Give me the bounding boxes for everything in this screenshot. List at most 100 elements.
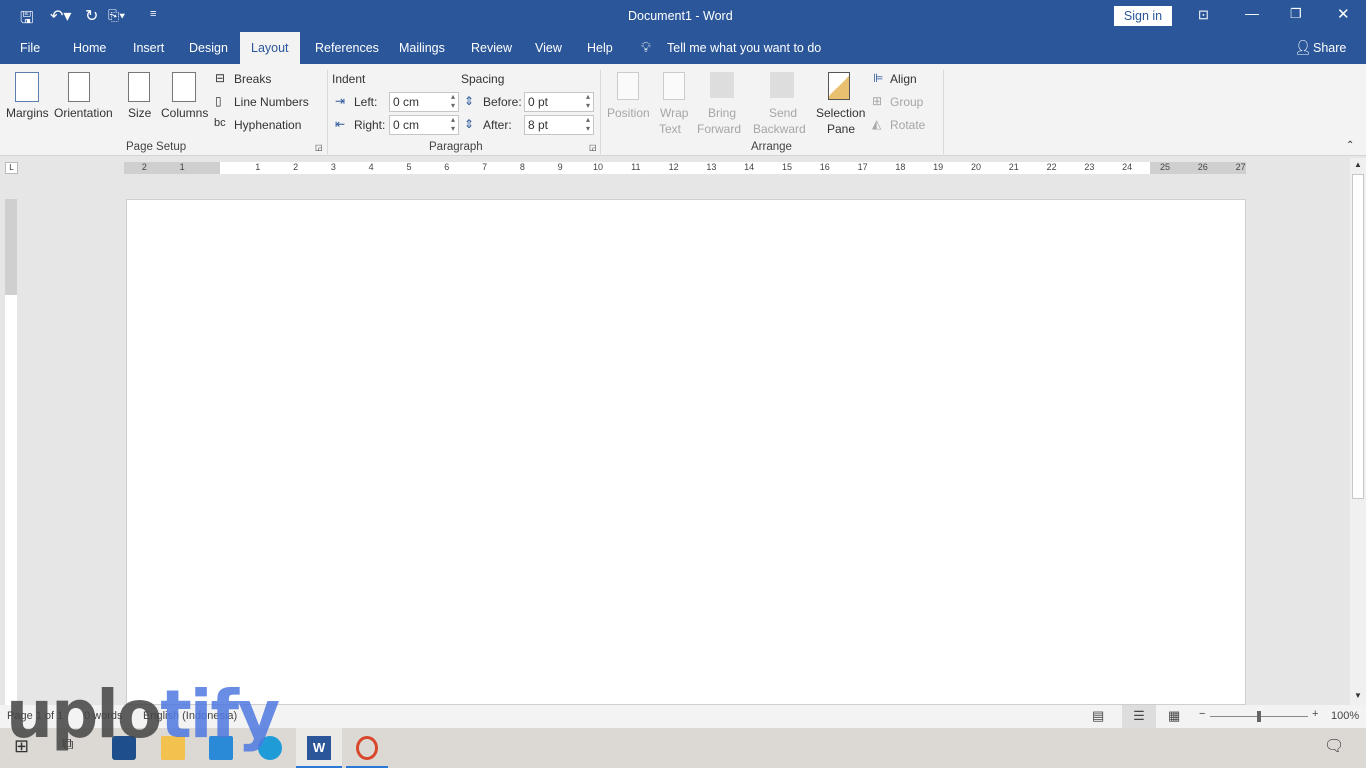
tab-design[interactable]: Design xyxy=(189,41,228,55)
share-button[interactable]: Share xyxy=(1313,41,1346,55)
ruler-number: 19 xyxy=(933,162,944,172)
tab-layout[interactable]: Layout xyxy=(240,32,300,64)
restore-button[interactable]: ❐ xyxy=(1290,6,1302,22)
ribbon: Margins Orientation Size Columns ⊟ Break… xyxy=(0,64,1366,156)
orientation-button[interactable]: Orientation xyxy=(54,106,113,120)
notifications-icon[interactable]: 🗨︎ xyxy=(1324,736,1348,760)
ruler-number: 8 xyxy=(519,162,525,172)
tell-me-search[interactable]: Tell me what you want to do xyxy=(667,41,821,55)
tab-mailings[interactable]: Mailings xyxy=(399,41,445,55)
breaks-button[interactable]: Breaks xyxy=(234,72,271,86)
ruler-number: 3 xyxy=(330,162,336,172)
web-layout-icon[interactable]: ▦ xyxy=(1168,708,1180,724)
read-mode-icon[interactable]: ▤ xyxy=(1092,708,1104,724)
ruler-number: 22 xyxy=(1046,162,1057,172)
indent-right-input[interactable]: 0 cm xyxy=(389,115,459,135)
minimize-button[interactable]: — xyxy=(1245,5,1259,21)
selection-pane-label-2[interactable]: Pane xyxy=(827,122,855,136)
vertical-ruler[interactable] xyxy=(5,199,17,705)
columns-button[interactable]: Columns xyxy=(161,106,208,120)
tab-selector[interactable]: L xyxy=(5,162,18,174)
ruler-number: 9 xyxy=(557,162,563,172)
indent-left-input[interactable]: 0 cm xyxy=(389,92,459,112)
ruler-number: 25 xyxy=(1159,162,1171,172)
selection-pane-label-1[interactable]: Selection xyxy=(816,106,865,120)
indent-left-icon: ⇥ xyxy=(335,94,346,108)
zoom-slider-thumb[interactable] xyxy=(1257,711,1261,722)
align-button[interactable]: Align xyxy=(890,72,917,86)
tab-help[interactable]: Help xyxy=(587,41,613,55)
watermark-part-2: tify xyxy=(160,676,280,753)
breaks-icon: ⊟ xyxy=(215,71,226,85)
ruler-number: 2 xyxy=(293,162,299,172)
print-layout-icon[interactable]: ☰ xyxy=(1122,705,1156,728)
paragraph-launcher-icon[interactable]: ◲ xyxy=(589,143,597,152)
scroll-up-icon[interactable]: ▲ xyxy=(1354,160,1362,169)
spacing-before-input[interactable]: 0 pt xyxy=(524,92,594,112)
share-icon[interactable]: 👤︎ xyxy=(1294,39,1312,56)
send-backward-label-1: Send xyxy=(769,106,798,120)
size-icon[interactable] xyxy=(128,72,150,102)
indent-label: Indent xyxy=(332,72,366,86)
group-button: Group xyxy=(890,95,924,109)
vertical-scrollbar[interactable]: ▲ ▼ xyxy=(1350,158,1366,705)
spacing-after-input[interactable]: 8 pt xyxy=(524,115,594,135)
ruler-number: 6 xyxy=(444,162,450,172)
document-page[interactable] xyxy=(126,199,1246,705)
columns-icon[interactable] xyxy=(172,72,196,102)
divider xyxy=(943,70,944,154)
margins-button[interactable]: Margins xyxy=(6,106,49,120)
save-icon[interactable]: 🖫 xyxy=(20,7,34,34)
ruler-number: 11 xyxy=(631,162,641,172)
hyphenation-button[interactable]: Hyphenation xyxy=(234,118,301,132)
bring-forward-label-2: Forward xyxy=(697,122,742,136)
redo-icon[interactable]: ↻ xyxy=(85,6,98,26)
horizontal-ruler[interactable]: 2 1 1 2 3 4 5 6 7 8 9 10 11 12 13 14 15 16 17 18 19 20 21 22 23 2… xyxy=(124,162,1246,174)
position-button: Position xyxy=(607,106,650,120)
word-icon: W xyxy=(307,736,331,760)
size-button[interactable]: Size xyxy=(128,106,151,120)
sign-in-button[interactable]: Sign in xyxy=(1114,6,1172,26)
zoom-in-button[interactable]: + xyxy=(1312,708,1318,720)
zoom-out-button[interactable]: − xyxy=(1199,708,1205,720)
zoom-level[interactable]: 100% xyxy=(1331,710,1359,722)
line-numbers-button[interactable]: Line Numbers xyxy=(234,95,309,109)
tab-insert[interactable]: Insert xyxy=(133,41,164,55)
rotate-icon: ◭ xyxy=(872,117,882,131)
snipping-tool-icon xyxy=(356,736,378,760)
tab-review[interactable]: Review xyxy=(471,41,512,55)
undo-icon[interactable]: ↶▾ xyxy=(50,6,71,26)
ruler-number: 13 xyxy=(706,162,717,172)
scroll-down-icon[interactable]: ▼ xyxy=(1354,691,1362,700)
tab-references[interactable]: References xyxy=(315,41,379,55)
margins-icon[interactable] xyxy=(15,72,39,102)
spacing-after-label: After: xyxy=(483,118,512,132)
rotate-button: Rotate xyxy=(890,118,926,132)
customize-qat-icon[interactable]: ≡ xyxy=(150,8,156,20)
ruler-number: 16 xyxy=(819,162,830,172)
tab-file[interactable]: File xyxy=(20,41,40,55)
tab-home[interactable]: Home xyxy=(73,41,106,55)
uplotify-watermark-logo: uplotify xyxy=(6,676,280,753)
send-backward-icon xyxy=(770,72,794,98)
ruler-number: 4 xyxy=(368,162,374,172)
selection-pane-icon[interactable] xyxy=(828,72,850,100)
spacing-before-label: Before: xyxy=(483,95,522,109)
bring-forward-label-1: Bring xyxy=(708,106,737,120)
ribbon-display-icon[interactable]: ⊡ xyxy=(1198,7,1209,23)
orientation-icon[interactable] xyxy=(68,72,90,102)
scrollbar-thumb[interactable] xyxy=(1352,174,1364,499)
touch-mode-icon[interactable]: ⎘▾ xyxy=(108,7,125,24)
close-button[interactable]: ✕ xyxy=(1337,5,1350,23)
collapse-ribbon-icon[interactable]: ⌃ xyxy=(1346,140,1354,151)
page-setup-launcher-icon[interactable]: ◲ xyxy=(315,143,323,152)
word-taskbar-button[interactable]: W xyxy=(296,728,342,768)
ruler-number: 18 xyxy=(895,162,906,172)
ruler-number: 10 xyxy=(592,162,604,172)
position-icon xyxy=(617,72,639,100)
snipping-tool-taskbar-button[interactable] xyxy=(346,728,388,768)
send-backward-label-2: Backward xyxy=(753,122,806,136)
watermark-part-1: uplo xyxy=(6,676,162,753)
tab-view[interactable]: View xyxy=(535,41,562,55)
align-icon: ⊫ xyxy=(873,71,884,85)
